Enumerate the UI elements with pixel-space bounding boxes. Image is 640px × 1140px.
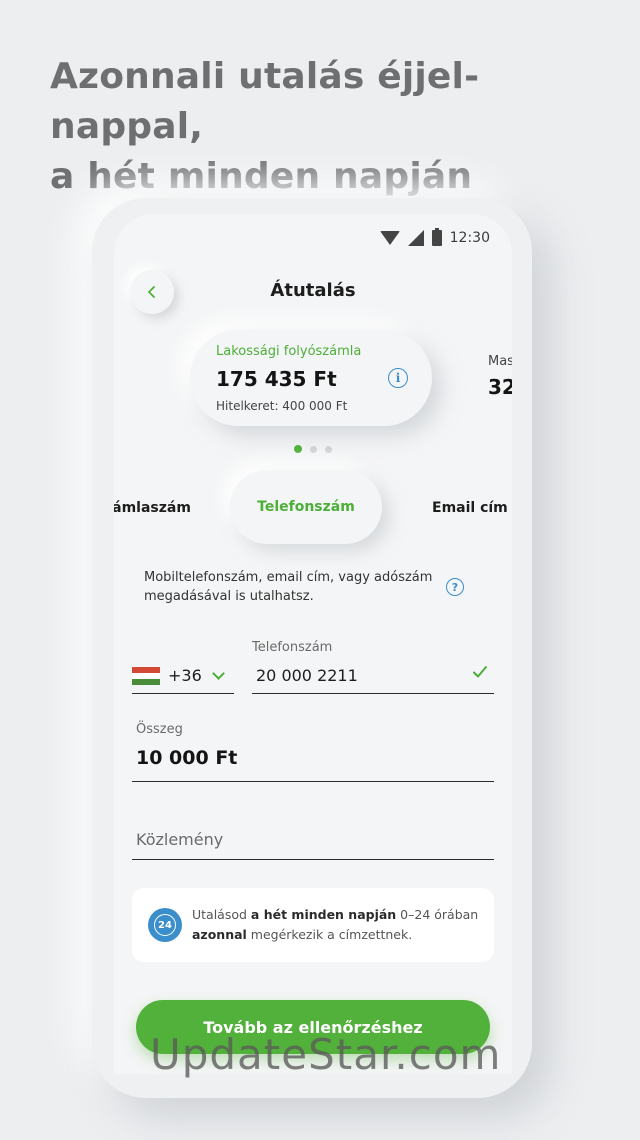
memo-placeholder: Közlemény (136, 830, 224, 849)
account-credit-limit: Hitelkeret: 400 000 Ft (216, 399, 348, 413)
battery-icon (431, 228, 442, 246)
info-icon[interactable]: i (388, 368, 408, 388)
signal-icon (407, 230, 424, 246)
status-time: 12:30 (449, 230, 490, 246)
phone-number-field[interactable]: Telefonszám 20 000 2211 (252, 640, 494, 694)
pagination-dot-active[interactable] (294, 445, 302, 453)
carousel-pagination (114, 445, 512, 453)
clock-24h-icon: 24 (148, 908, 182, 942)
headline-line-2: a hét minden napján (50, 156, 473, 197)
tab-email[interactable]: Email cím (432, 500, 508, 516)
instant-transfer-notice: 24 Utalásod a hét minden napján 0–24 órá… (132, 888, 494, 962)
tab-phone-number[interactable]: Telefonszám (230, 470, 382, 544)
watermark: UpdateStar.com (150, 1030, 502, 1079)
phone-screen: 12:30 Átutalás Lakossági folyószámla 175… (114, 214, 512, 1074)
clock-24h-label: 24 (154, 914, 176, 936)
pagination-dot[interactable] (310, 446, 317, 453)
country-code-select[interactable]: +36 (132, 658, 234, 694)
next-account-card[interactable]: Mas 32 (488, 354, 512, 399)
next-account-name: Mas (488, 354, 512, 369)
memo-field[interactable]: Közlemény (132, 822, 494, 860)
headline-line-1: Azonnali utalás éjjel-nappal, (50, 56, 480, 147)
amount-field[interactable]: Összeg 10 000 Ft (132, 722, 494, 782)
account-name: Lakossági folyószámla (216, 344, 362, 359)
notice-text: Utalásod a hét minden napján 0–24 órában… (192, 907, 479, 942)
check-icon (473, 666, 487, 678)
recipient-type-tabs: zámlaszám Telefonszám Email cím (114, 470, 512, 544)
next-account-balance: 32 (488, 375, 512, 399)
page-title: Átutalás (270, 280, 356, 301)
chevron-down-icon (211, 666, 225, 680)
country-code-value: +36 (168, 666, 202, 685)
phone-number-label: Telefonszám (252, 640, 333, 655)
amount-value: 10 000 Ft (136, 747, 238, 769)
account-card[interactable]: Lakossági folyószámla 175 435 Ft Hitelke… (190, 330, 432, 426)
status-bar: 12:30 (379, 228, 490, 248)
question-icon[interactable]: ? (446, 578, 464, 596)
account-balance: 175 435 Ft (216, 367, 337, 391)
wifi-icon (379, 231, 400, 245)
promo-headline: Azonnali utalás éjjel-nappal, a hét mind… (50, 52, 610, 202)
hungary-flag-icon (132, 666, 160, 685)
tab-account-number[interactable]: zámlaszám (114, 500, 191, 516)
phone-number-value: 20 000 2211 (256, 666, 358, 685)
pagination-dot[interactable] (325, 446, 332, 453)
amount-label: Összeg (136, 722, 183, 737)
hint-text: Mobiltelefonszám, email cím, vagy adószá… (144, 570, 433, 604)
